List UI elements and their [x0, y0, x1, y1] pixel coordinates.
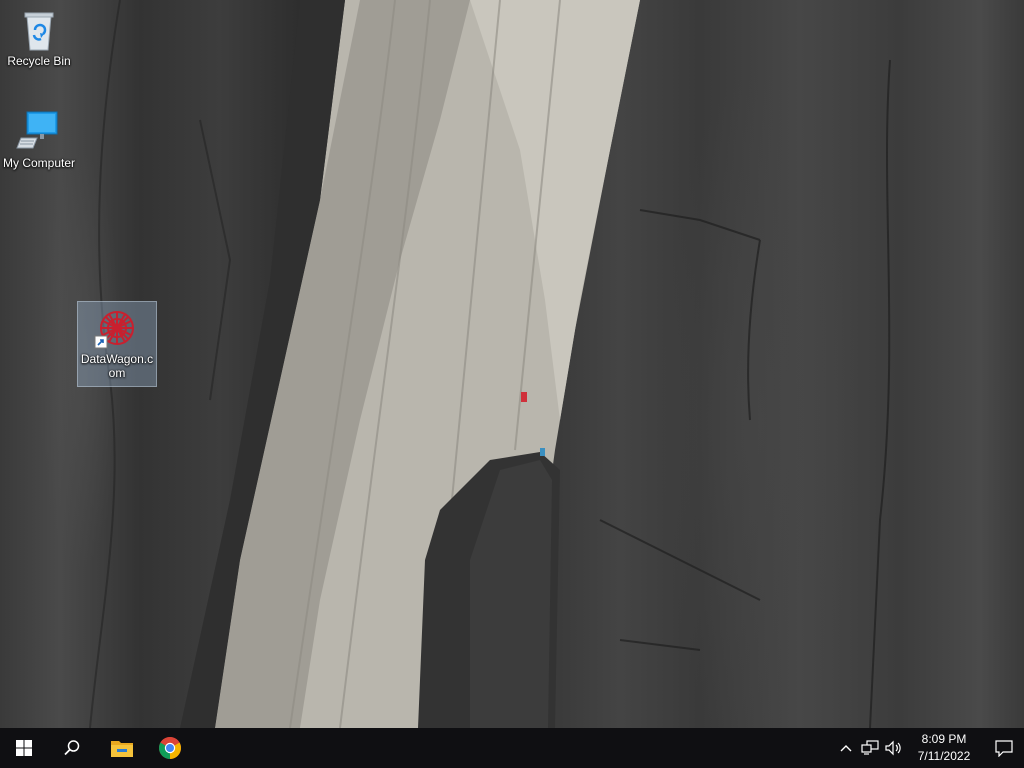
desktop-icon-my-computer[interactable]: My Computer [0, 110, 78, 170]
taskbar-chrome[interactable] [146, 728, 194, 768]
network-icon [861, 740, 879, 755]
network-button[interactable] [858, 728, 882, 768]
recycle-bin-icon [15, 8, 63, 52]
chevron-up-icon [840, 745, 852, 752]
volume-icon [885, 740, 901, 756]
my-computer-label: My Computer [2, 156, 76, 170]
show-hidden-icons-button[interactable] [834, 728, 858, 768]
action-center-icon [995, 740, 1013, 757]
my-computer-icon [15, 110, 63, 154]
desktop-icon-datawagon[interactable]: DataWagon.com [77, 301, 157, 387]
search-icon [64, 740, 80, 756]
chrome-icon [159, 737, 181, 759]
file-explorer-icon [111, 741, 133, 757]
volume-button[interactable] [882, 728, 906, 768]
clock-date: 7/11/2022 [917, 749, 971, 763]
windows-logo-icon [16, 740, 32, 756]
clock-button[interactable]: 8:09 PM 7/11/2022 [906, 731, 982, 765]
system-tray: 8:09 PM 7/11/2022 [834, 728, 1024, 768]
search-button[interactable] [48, 728, 96, 768]
clock-time: 8:09 PM [921, 732, 967, 746]
recycle-bin-label: Recycle Bin [7, 54, 71, 68]
start-button[interactable] [0, 728, 48, 768]
action-center-button[interactable] [984, 728, 1024, 768]
datawagon-logo-icon [93, 306, 141, 350]
taskbar-file-explorer[interactable] [98, 728, 146, 768]
datawagon-label: DataWagon.com [80, 352, 154, 380]
taskbar: 8:09 PM 7/11/2022 [0, 728, 1024, 768]
desktop-icon-recycle-bin[interactable]: Recycle Bin [0, 8, 78, 68]
